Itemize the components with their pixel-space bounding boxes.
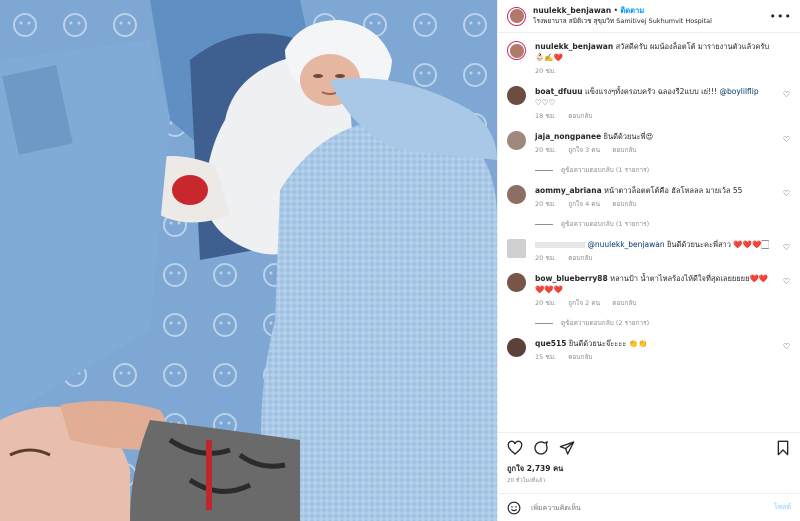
comment-username[interactable]: boat_dfuuu: [535, 87, 583, 96]
comment-body: jaja_nongpanee ยินดีด้วยนะพี่😍 20 ชม. ถู…: [535, 131, 790, 176]
instagram-post: nuulekk_benjawan • ติดตาม โรงพยาบาล สมิต…: [0, 0, 800, 521]
comment-like-icon[interactable]: ♡: [783, 90, 790, 99]
caption: nuulekk_benjawan สวัสดีครับ ผมน้องล็อตโต…: [507, 41, 790, 77]
comment-meta: 20 ชม. ถูกใจ 3 คน ตอบกลับ: [535, 145, 776, 156]
action-bar: [498, 432, 800, 463]
view-replies-button[interactable]: ดูข้อความตอบกลับ (1 รายการ): [535, 219, 776, 230]
caption-avatar[interactable]: [507, 41, 526, 60]
caption-emojis: 👶🏻✍️❤️: [535, 53, 564, 62]
comment-avatar[interactable]: [507, 273, 526, 292]
comment-item: aommy_abriana หน้าตาวล็อตตโต้คือ ฮัลโหลล…: [507, 185, 790, 230]
comment-body: @nuulekk_benjawan ยินดีด้วยนะคะพี่สาว ❤️…: [535, 239, 790, 264]
separator-dot: •: [613, 6, 618, 15]
comment-likes[interactable]: ถูกใจ 4 คน: [568, 200, 600, 208]
comment-body: bow_blueberry88 หลานป้า น้ำตาไหลร้องไห้ด…: [535, 273, 790, 329]
comment-item: bow_blueberry88 หลานป้า น้ำตาไหลร้องไห้ด…: [507, 273, 790, 329]
author-avatar[interactable]: [507, 6, 526, 26]
comment-username[interactable]: aommy_abriana: [535, 186, 602, 195]
comment-avatar[interactable]: [507, 239, 526, 258]
comment-time: 20 ชม.: [535, 254, 557, 262]
add-comment-bar: โพสต์: [498, 493, 800, 521]
comment-username[interactable]: bow_blueberry88: [535, 274, 608, 283]
comment-meta: 20 ชม. ถูกใจ 4 คน ตอบกลับ: [535, 199, 776, 210]
comment-item: que515 ยินดีด้วยนะจ๊ะะะะ 👏👏 15 ชม. ตอบกล…: [507, 338, 790, 363]
comment-body: que515 ยินดีด้วยนะจ๊ะะะะ 👏👏 15 ชม. ตอบกล…: [535, 338, 790, 363]
comment-like-icon[interactable]: ♡: [783, 135, 790, 144]
follow-button[interactable]: ติดตาม: [620, 6, 644, 15]
comment-time: 20 ชม.: [535, 146, 557, 154]
comment-text: ยินดีด้วยนะคะพี่สาว ❤️❤️❤️🏻: [666, 240, 769, 249]
caption-username[interactable]: nuulekk_benjawan: [535, 42, 613, 51]
comment-time: 15 ชม.: [535, 353, 557, 361]
comment-mention[interactable]: @boylilflip: [719, 87, 758, 96]
post-photo[interactable]: [0, 0, 497, 521]
comments-list[interactable]: nuulekk_benjawan สวัสดีครับ ผมน้องล็อตโต…: [498, 33, 800, 432]
comment-text: หน้าตาวล็อตตโต้คือ ฮัลโหลลล มายเว้ล 55: [604, 186, 743, 195]
heart-icon[interactable]: [507, 440, 523, 456]
comment-avatar[interactable]: [507, 86, 526, 105]
reply-button[interactable]: ตอบกลับ: [568, 254, 592, 262]
more-icon[interactable]: •••: [770, 10, 792, 23]
post-timestamp: 20 ชั่วโมงที่แล้ว: [507, 478, 546, 484]
comment-mention[interactable]: @nuulekk_benjawan: [587, 240, 664, 249]
likes-count[interactable]: ถูกใจ 2,739 คน: [498, 463, 800, 475]
comment-time: 20 ชม.: [535, 299, 557, 307]
comment-item: jaja_nongpanee ยินดีด้วยนะพี่😍 20 ชม. ถู…: [507, 131, 790, 176]
comment-body: aommy_abriana หน้าตาวล็อตตโต้คือ ฮัลโหลล…: [535, 185, 790, 230]
comment-avatar[interactable]: [507, 131, 526, 150]
comment-username[interactable]: que515: [535, 339, 566, 348]
reply-button[interactable]: ตอบกลับ: [612, 200, 636, 208]
caption-body: nuulekk_benjawan สวัสดีครับ ผมน้องล็อตโต…: [535, 41, 790, 77]
comment-text: แข็งแรงๆทั้งครอบครัว ฉลองรี2แบบ เย่!!!: [584, 87, 720, 96]
comment-like-icon[interactable]: ♡: [783, 189, 790, 198]
comment-meta: 20 ชม. ตอบกลับ: [535, 253, 776, 264]
share-icon[interactable]: [559, 440, 575, 456]
caption-time: 20 ชม.: [535, 67, 557, 75]
reply-button[interactable]: ตอบกลับ: [568, 353, 592, 361]
comment-username[interactable]: jaja_nongpanee: [535, 132, 601, 141]
comment-icon[interactable]: [533, 440, 549, 456]
comment-item: @nuulekk_benjawan ยินดีด้วยนะคะพี่สาว ❤️…: [507, 239, 790, 264]
comment-avatar[interactable]: [507, 338, 526, 357]
comment-like-icon[interactable]: ♡: [783, 277, 790, 286]
emoji-icon[interactable]: [507, 501, 521, 515]
reply-button[interactable]: ตอบกลับ: [612, 146, 636, 154]
comment-meta: 15 ชม. ตอบกลับ: [535, 352, 776, 363]
comment-time: 20 ชม.: [535, 200, 557, 208]
comment-text: ยินดีด้วยนะจ๊ะะะะ 👏👏: [568, 339, 648, 348]
author-info: nuulekk_benjawan • ติดตาม โรงพยาบาล สมิต…: [533, 6, 770, 26]
comment-like-icon[interactable]: ♡: [783, 342, 790, 351]
comment-username[interactable]: [535, 242, 585, 248]
comment-body: boat_dfuuu แข็งแรงๆทั้งครอบครัว ฉลองรี2แ…: [535, 86, 790, 122]
comment-item: boat_dfuuu แข็งแรงๆทั้งครอบครัว ฉลองรี2แ…: [507, 86, 790, 122]
location-link[interactable]: โรงพยาบาล สมิติเวช สุขุมวิท Samitivej Su…: [533, 16, 770, 26]
comment-avatar[interactable]: [507, 185, 526, 204]
view-replies-button[interactable]: ดูข้อความตอบกลับ (1 รายการ): [535, 165, 776, 176]
reply-button[interactable]: ตอบกลับ: [612, 299, 636, 307]
comment-like-icon[interactable]: ♡: [783, 243, 790, 252]
comment-likes[interactable]: ถูกใจ 2 คน: [568, 299, 600, 307]
comment-hearts: ♡♡♡: [535, 98, 556, 107]
comment-meta: 20 ชม. ถูกใจ 2 คน ตอบกลับ: [535, 298, 776, 309]
comment-input[interactable]: [529, 502, 774, 513]
comment-text: ยินดีด้วยนะพี่😍: [603, 132, 654, 141]
bookmark-icon[interactable]: [775, 440, 791, 456]
comment-likes[interactable]: ถูกใจ 3 คน: [568, 146, 600, 154]
view-replies-button[interactable]: ดูข้อความตอบกลับ (2 รายการ): [535, 318, 776, 329]
caption-text: สวัสดีครับ ผมน้องล็อตโต้ มารายงานตัวแล้ว…: [615, 42, 770, 51]
reply-button[interactable]: ตอบกลับ: [568, 112, 592, 120]
photo-illustration: [0, 0, 497, 521]
comment-time: 18 ชม.: [535, 112, 557, 120]
post-comment-button[interactable]: โพสต์: [774, 502, 791, 513]
post-header: nuulekk_benjawan • ติดตาม โรงพยาบาล สมิต…: [498, 0, 800, 33]
post-side-panel: nuulekk_benjawan • ติดตาม โรงพยาบาล สมิต…: [497, 0, 800, 521]
author-username[interactable]: nuulekk_benjawan: [533, 6, 611, 15]
comment-meta: 18 ชม. ตอบกลับ: [535, 111, 776, 122]
